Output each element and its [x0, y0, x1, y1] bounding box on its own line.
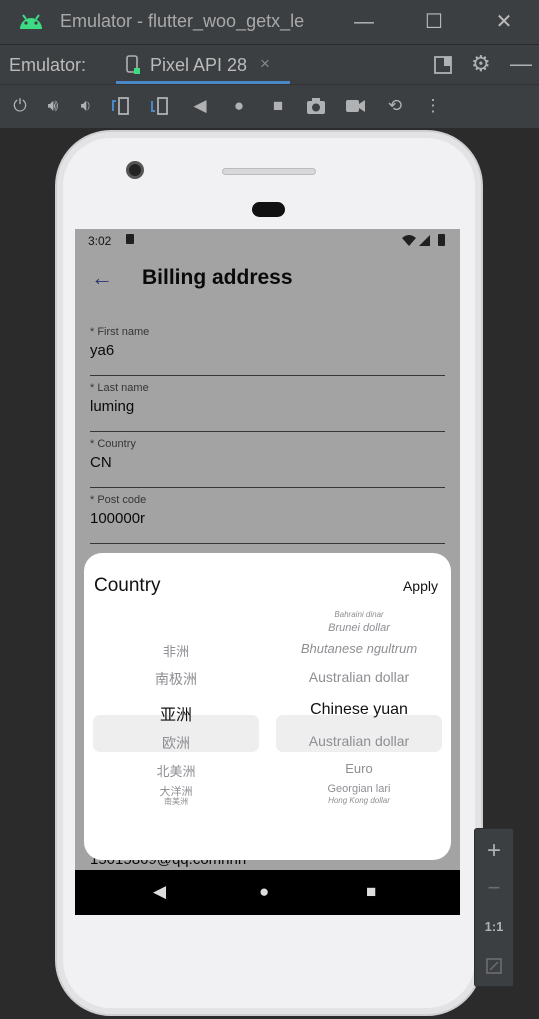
- emulator-label: Emulator:: [9, 55, 87, 75]
- window-title: Emulator - flutter_woo_getx_le: [60, 11, 305, 31]
- wheel-item[interactable]: Georgian lari: [276, 783, 442, 795]
- close-window-icon[interactable]: ✕: [489, 8, 519, 36]
- snapshot-icon[interactable]: ⟲: [384, 95, 406, 117]
- android-navbar: ◀ ● ■: [75, 870, 460, 915]
- proximity-sensor: [252, 202, 285, 217]
- back-icon[interactable]: ◀: [189, 95, 211, 117]
- window-titlebar: Emulator - flutter_woo_getx_le — ☐ ✕: [0, 0, 539, 44]
- continent-wheel[interactable]: 非洲 南极洲 亚洲 欧洲 北美洲 大洋洲 南美洲: [93, 628, 259, 838]
- country-picker-sheet: Country Apply 非洲 南极洲 亚洲 欧洲 北美洲 大洋洲 南美洲 B…: [84, 553, 451, 860]
- gear-icon[interactable]: ⚙: [471, 51, 491, 77]
- volume-down-icon[interactable]: 🔉︎: [75, 95, 97, 117]
- wheel-item[interactable]: 南美洲: [93, 796, 259, 807]
- power-icon[interactable]: ⏻: [9, 95, 31, 117]
- wheel-item[interactable]: Australian dollar: [276, 733, 442, 749]
- wheel-item[interactable]: Hong Kong dollar: [276, 796, 442, 805]
- wheel-item-selected[interactable]: 亚洲: [93, 701, 259, 725]
- wheel-item[interactable]: 南极洲: [93, 669, 259, 689]
- camera-icon[interactable]: [305, 95, 327, 117]
- home-icon[interactable]: ●: [228, 95, 250, 117]
- device-icon: [126, 55, 140, 74]
- actual-size-button[interactable]: 1:1: [475, 919, 513, 934]
- tab-label: Pixel API 28: [150, 55, 248, 75]
- wheel-item-selected[interactable]: Chinese yuan: [276, 701, 442, 719]
- emulator-toolbar: ⏻ 🔊︎ 🔉︎ ◀ ● ■ ⟲ ⋮: [0, 84, 539, 128]
- currency-wheel[interactable]: Bahraini dinar Brunei dollar Bhutanese n…: [276, 610, 442, 838]
- device-screen: 3:02 ← Billing address * First name ya6 …: [75, 229, 460, 915]
- tab-close-icon[interactable]: ×: [260, 54, 270, 74]
- nav-recents-icon[interactable]: ■: [366, 882, 376, 902]
- wheel-item[interactable]: Brunei dollar: [276, 622, 442, 634]
- emulator-tabbar: Emulator: Pixel API 28 × ⚙ —: [0, 44, 539, 84]
- nav-back-icon[interactable]: ◀: [153, 882, 166, 902]
- more-options-icon[interactable]: ⋮: [422, 95, 444, 117]
- rotate-left-icon[interactable]: [110, 95, 132, 117]
- wheel-item[interactable]: 北美洲: [93, 761, 259, 780]
- volume-up-icon[interactable]: 🔊︎: [42, 95, 64, 117]
- rotate-right-icon[interactable]: [149, 95, 171, 117]
- minimize-icon[interactable]: —: [349, 8, 379, 36]
- wheel-item[interactable]: Bhutanese ngultrum: [276, 641, 442, 656]
- front-camera: [126, 161, 144, 179]
- maximize-icon[interactable]: ☐: [419, 8, 449, 36]
- wheel-item[interactable]: Euro: [276, 761, 442, 776]
- earpiece-speaker: [222, 168, 316, 175]
- apply-button[interactable]: Apply: [403, 578, 438, 594]
- wheel-item[interactable]: Bahraini dinar: [276, 610, 442, 619]
- wheel-item[interactable]: 非洲: [93, 641, 259, 660]
- zoom-out-button[interactable]: −: [475, 875, 513, 901]
- wheel-item[interactable]: Australian dollar: [276, 669, 442, 685]
- overview-icon[interactable]: ■: [267, 95, 289, 117]
- fit-screen-icon[interactable]: [485, 957, 503, 975]
- picker-title: Country: [94, 575, 161, 596]
- layout-icon[interactable]: [433, 55, 453, 75]
- zoom-controls: + − 1:1: [474, 828, 514, 987]
- wheel-item[interactable]: 欧洲: [93, 733, 259, 753]
- nav-home-icon[interactable]: ●: [259, 882, 269, 902]
- android-logo-icon: [20, 14, 42, 29]
- hide-panel-icon[interactable]: —: [510, 51, 532, 77]
- record-video-icon[interactable]: [344, 95, 366, 117]
- zoom-in-button[interactable]: +: [475, 837, 513, 865]
- tab-pixel-api-28[interactable]: Pixel API 28 ×: [116, 45, 290, 84]
